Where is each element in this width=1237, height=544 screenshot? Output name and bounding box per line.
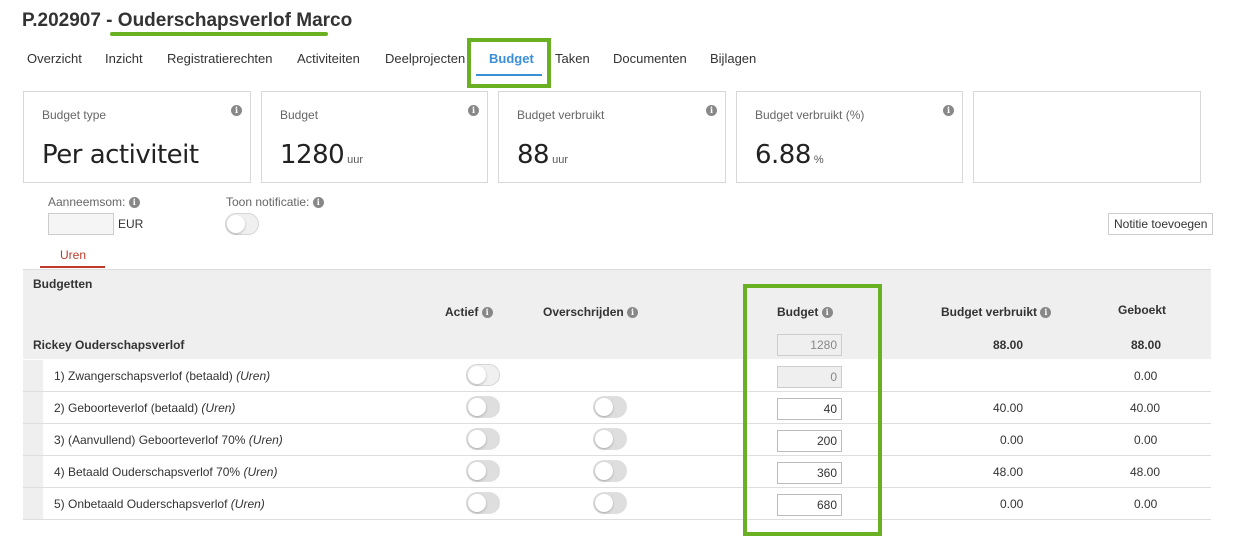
budget-table-header: Budgetten Actief i Overschrijden i Budge… bbox=[23, 269, 1211, 359]
section-title: Budgetten bbox=[33, 277, 93, 291]
card-value: Per activiteit bbox=[42, 140, 199, 170]
tab-deelprojecten[interactable]: Deelprojecten bbox=[385, 51, 465, 66]
card-unit: uur bbox=[347, 154, 364, 166]
actief-toggle[interactable] bbox=[466, 396, 500, 418]
col-geboekt: Geboekt bbox=[1118, 303, 1167, 317]
actief-toggle[interactable] bbox=[466, 364, 500, 386]
tab-bijlagen[interactable]: Bijlagen bbox=[710, 51, 756, 66]
actief-toggle[interactable] bbox=[466, 460, 500, 482]
row-verbruikt: 0.00 bbox=[1000, 497, 1024, 511]
budget-tab-highlight-box bbox=[467, 38, 551, 88]
tab-bar: Overzicht Inzicht Registratierechten Act… bbox=[0, 40, 1237, 80]
card-value: 1280 uur bbox=[280, 140, 364, 170]
card-empty bbox=[973, 91, 1201, 183]
row-geboekt: 0.00 bbox=[1134, 497, 1158, 511]
row-name: 1) Zwangerschapsverlof (betaald) (Uren) bbox=[54, 369, 271, 383]
actief-toggle[interactable] bbox=[466, 428, 500, 450]
tab-overzicht[interactable]: Overzicht bbox=[27, 51, 82, 66]
card-label: Budget bbox=[280, 108, 319, 122]
currency-label: EUR bbox=[118, 217, 144, 231]
subtab-indicator bbox=[40, 266, 105, 268]
info-icon[interactable]: i bbox=[312, 197, 324, 209]
row-geboekt: 48.00 bbox=[1130, 465, 1161, 479]
overschrijden-toggle[interactable] bbox=[593, 460, 627, 482]
card-label: Budget verbruikt (%) bbox=[755, 108, 865, 122]
card-label: Budget verbruikt bbox=[517, 108, 605, 122]
col-actief: Actief i bbox=[445, 305, 493, 319]
row-geboekt: 0.00 bbox=[1134, 369, 1158, 383]
card-budget-verbruikt: Budget verbruikt i 88 uur bbox=[498, 91, 726, 183]
toon-notificatie-toggle[interactable] bbox=[225, 213, 259, 235]
row-verbruikt: 0.00 bbox=[1000, 433, 1024, 447]
card-value: 88 uur bbox=[517, 140, 568, 170]
tab-inzicht[interactable]: Inzicht bbox=[105, 51, 143, 66]
subtab-uren[interactable]: Uren bbox=[60, 248, 86, 262]
notitie-toevoegen-button[interactable]: Notitie toevoegen bbox=[1108, 213, 1214, 235]
group-geboekt: 88.00 bbox=[1131, 338, 1162, 352]
info-icon[interactable]: i bbox=[468, 102, 479, 120]
overschrijden-toggle[interactable] bbox=[593, 428, 627, 450]
title-highlight-underline bbox=[110, 32, 328, 36]
aanneemsom-input[interactable] bbox=[48, 213, 114, 235]
info-icon[interactable]: i bbox=[1040, 307, 1052, 319]
info-icon[interactable]: i bbox=[481, 307, 493, 319]
toon-notificatie-label: Toon notificatie: i bbox=[226, 195, 324, 209]
row-name: 3) (Aanvullend) Geboorteverlof 70% (Uren… bbox=[54, 433, 283, 447]
info-icon[interactable]: i bbox=[128, 197, 140, 209]
row-name: 5) Onbetaald Ouderschapsverlof (Uren) bbox=[54, 497, 265, 511]
row-geboekt: 0.00 bbox=[1134, 433, 1158, 447]
row-verbruikt: 48.00 bbox=[993, 465, 1024, 479]
card-unit: % bbox=[813, 154, 824, 166]
col-overschrijden: Overschrijden i bbox=[543, 305, 639, 319]
info-icon[interactable]: i bbox=[231, 102, 242, 120]
row-name: 2) Geboorteverlof (betaald) (Uren) bbox=[54, 401, 236, 415]
tab-activiteiten[interactable]: Activiteiten bbox=[297, 51, 360, 66]
table-row: 5) Onbetaald Ouderschapsverlof (Uren) 68… bbox=[23, 488, 1211, 520]
row-name: 4) Betaald Ouderschapsverlof 70% (Uren) bbox=[54, 465, 278, 479]
tab-registratierechten[interactable]: Registratierechten bbox=[167, 51, 273, 66]
page-title: P.202907 - Ouderschapsverlof Marco bbox=[22, 10, 353, 31]
table-row: 1) Zwangerschapsverlof (betaald) (Uren) … bbox=[23, 360, 1211, 392]
card-budget-type: Budget type i Per activiteit bbox=[23, 91, 251, 183]
table-row: 2) Geboorteverlof (betaald) (Uren) 40 40… bbox=[23, 392, 1211, 424]
overschrijden-toggle[interactable] bbox=[593, 492, 627, 514]
card-label: Budget type bbox=[42, 108, 107, 122]
overschrijden-toggle[interactable] bbox=[593, 396, 627, 418]
row-verbruikt: 40.00 bbox=[993, 401, 1024, 415]
tab-taken[interactable]: Taken bbox=[555, 51, 590, 66]
row-geboekt: 40.00 bbox=[1130, 401, 1161, 415]
budget-column-highlight-box bbox=[743, 284, 882, 536]
info-icon[interactable]: i bbox=[943, 102, 954, 120]
tab-documenten[interactable]: Documenten bbox=[613, 51, 687, 66]
card-budget-verbruikt-pct: Budget verbruikt (%) i 6.88% bbox=[736, 91, 963, 183]
actief-toggle[interactable] bbox=[466, 492, 500, 514]
card-unit: uur bbox=[552, 154, 568, 166]
col-budget-verbruikt: Budget verbruikt i bbox=[941, 305, 1052, 319]
card-value: 6.88% bbox=[755, 140, 824, 170]
table-row: 4) Betaald Ouderschapsverlof 70% (Uren) … bbox=[23, 456, 1211, 488]
table-row: 3) (Aanvullend) Geboorteverlof 70% (Uren… bbox=[23, 424, 1211, 456]
group-verbruikt: 88.00 bbox=[993, 338, 1024, 352]
card-budget: Budget i 1280 uur bbox=[261, 91, 488, 183]
group-name: Rickey Ouderschapsverlof bbox=[33, 338, 185, 352]
aanneemsom-label: Aanneemsom: i bbox=[48, 195, 140, 209]
info-icon[interactable]: i bbox=[627, 307, 639, 319]
info-icon[interactable]: i bbox=[706, 102, 717, 120]
